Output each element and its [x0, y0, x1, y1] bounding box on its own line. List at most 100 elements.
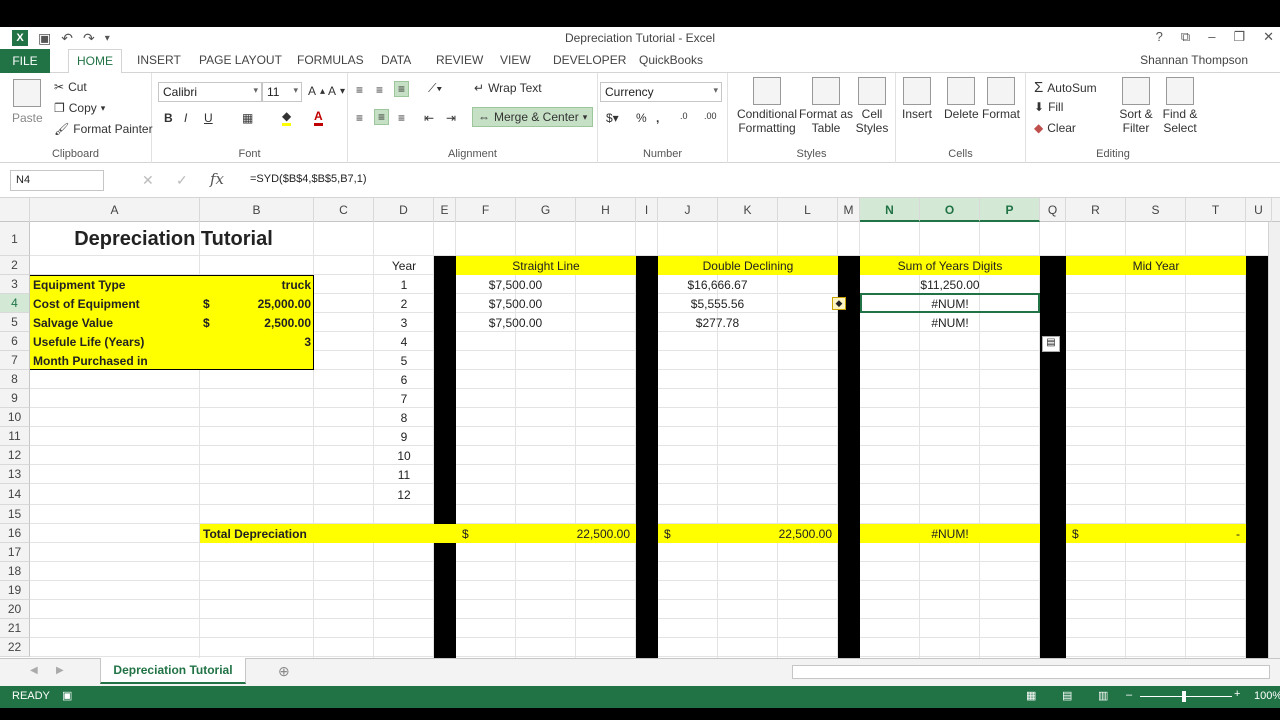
wrap-text-button[interactable]: ↵ Wrap Text [474, 81, 542, 95]
column-header[interactable]: F [456, 198, 516, 222]
ribbon-display-icon[interactable]: ⧉ [1181, 29, 1190, 45]
mid-year-header[interactable]: Mid Year [1066, 256, 1246, 275]
row-header[interactable]: 6 [0, 332, 30, 351]
row-header[interactable]: 15 [0, 505, 30, 524]
row-header[interactable]: 13 [0, 465, 30, 484]
tab-data[interactable]: DATA [381, 53, 411, 67]
zoom-in-icon[interactable]: + [1234, 688, 1240, 700]
insert-cells-button[interactable]: Insert [902, 77, 932, 121]
year-cell[interactable]: 3 [374, 313, 434, 332]
sum-of-years-value[interactable]: #NUM! [860, 294, 1040, 313]
minimize-icon[interactable]: – [1208, 29, 1215, 45]
sum-of-years-header[interactable]: Sum of Years Digits [860, 256, 1040, 275]
worksheet-grid[interactable]: ABCDEFGHIJKLMNOPQRSTU 1 2 3 4 5 6 7 8 9 10 11 12 13 1… [0, 198, 1280, 658]
error-warning-icon[interactable]: ◆ [832, 297, 846, 310]
column-header[interactable]: C [314, 198, 374, 222]
underline-button[interactable]: U [204, 111, 213, 125]
name-box[interactable]: N4 [10, 170, 104, 191]
align-bottom-icon[interactable]: ≡ [394, 81, 410, 97]
sum-of-years-value[interactable]: $11,250.00 [860, 275, 1040, 294]
format-cells-button[interactable]: Format [982, 77, 1020, 121]
straight-line-value[interactable]: $7,500.00 [456, 294, 636, 313]
row-header[interactable]: 8 [0, 370, 30, 389]
double-declining-header[interactable]: Double Declining [658, 256, 838, 275]
add-sheet-icon[interactable]: ⊕ [278, 663, 290, 680]
increase-decimal-icon[interactable]: .0 [680, 111, 688, 121]
tab-view[interactable]: VIEW [500, 53, 531, 67]
page-break-view-icon[interactable]: ▥ [1098, 689, 1108, 702]
close-icon[interactable]: ✕ [1263, 29, 1274, 45]
sum-of-years-total[interactable]: #NUM! [860, 524, 1040, 543]
column-header[interactable]: Q [1040, 198, 1066, 222]
row-header[interactable]: 16 [0, 524, 30, 543]
row-header[interactable]: 10 [0, 408, 30, 427]
year-cell[interactable]: 9 [374, 427, 434, 446]
number-format-select[interactable]: Currency [600, 82, 722, 102]
conditional-formatting-button[interactable]: Conditional Formatting [732, 77, 802, 135]
mid-year-total[interactable]: $ - [1066, 524, 1246, 543]
align-right-icon[interactable]: ≡ [398, 111, 405, 125]
font-shrink-icon[interactable]: A ▾ [328, 84, 345, 98]
zoom-out-icon[interactable]: – [1126, 689, 1132, 701]
font-name-select[interactable]: Calibri [158, 82, 262, 102]
column-header[interactable]: S [1126, 198, 1186, 222]
column-header[interactable]: T [1186, 198, 1246, 222]
year-cell[interactable]: 7 [374, 389, 434, 408]
column-header[interactable]: P [980, 198, 1040, 222]
straight-line-header[interactable]: Straight Line [456, 256, 636, 275]
select-all-corner[interactable] [0, 198, 30, 222]
comma-style-icon[interactable]: , [656, 111, 659, 125]
accounting-format-icon[interactable]: $▾ [606, 111, 619, 125]
align-middle-icon[interactable]: ≡ [376, 83, 383, 97]
tab-home[interactable]: HOME [68, 49, 122, 74]
format-as-table-button[interactable]: Format as Table [798, 77, 854, 135]
double-declining-total[interactable]: $22,500.00 [658, 524, 838, 543]
orientation-icon[interactable]: ⟋▾ [428, 81, 442, 96]
percent-style-icon[interactable]: % [636, 111, 647, 125]
year-cell[interactable]: 2 [374, 294, 434, 313]
tab-developer[interactable]: DEVELOPER [553, 53, 626, 67]
font-size-select[interactable]: 11 [262, 82, 302, 102]
column-header[interactable]: K [718, 198, 778, 222]
cell-styles-button[interactable]: Cell Styles [852, 77, 892, 135]
cancel-icon[interactable]: ✕ [142, 172, 154, 189]
align-top-icon[interactable]: ≡ [356, 83, 363, 97]
sheet-tab-depreciation[interactable]: Depreciation Tutorial [100, 658, 246, 684]
total-depreciation-label[interactable]: Total Depreciation [200, 524, 434, 543]
tab-formulas[interactable]: FORMULAS [297, 53, 364, 67]
row-header[interactable]: 9 [0, 389, 30, 408]
straight-line-total[interactable]: $22,500.00 [456, 524, 636, 543]
year-cell[interactable]: 1 [374, 275, 434, 294]
year-cell[interactable]: 11 [374, 465, 434, 484]
row-header[interactable]: 4 [0, 294, 30, 313]
paste-button[interactable]: Paste [12, 79, 43, 125]
normal-view-icon[interactable]: ▦ [1026, 689, 1036, 702]
column-header[interactable]: L [778, 198, 838, 222]
align-left-icon[interactable]: ≡ [356, 111, 363, 125]
tab-file[interactable]: FILE [0, 49, 50, 73]
help-icon[interactable]: ? [1156, 29, 1163, 45]
scroll-left-icon[interactable]: ◀ [30, 665, 38, 676]
row-header[interactable]: 19 [0, 581, 30, 600]
merge-center-button[interactable]: ⇔ Merge & Center ▾ [472, 107, 594, 127]
straight-line-value[interactable]: $7,500.00 [456, 313, 636, 332]
double-declining-value[interactable]: $16,666.67 [658, 275, 838, 294]
vertical-scrollbar[interactable] [1268, 222, 1280, 658]
insert-function-icon[interactable]: fx [210, 170, 224, 188]
decrease-indent-icon[interactable]: ⇤ [424, 111, 434, 125]
fill-color-icon[interactable]: ◆ [282, 109, 292, 126]
copy-button[interactable]: ❐ Copy ▾ [54, 101, 105, 115]
column-header[interactable]: U [1246, 198, 1272, 222]
clear-button[interactable]: ◆ Clear [1034, 121, 1076, 135]
align-center-icon[interactable]: ≡ [374, 109, 390, 125]
year-cell[interactable]: 6 [374, 370, 434, 389]
column-header[interactable]: R [1066, 198, 1126, 222]
user-name[interactable]: Shannan Thompson [1140, 53, 1248, 67]
bold-button[interactable]: B [164, 111, 173, 125]
italic-button[interactable]: I [184, 111, 187, 125]
formula-input[interactable]: =SYD($B$4,$B$5,B7,1) [244, 170, 1268, 191]
font-color-icon[interactable]: A [314, 109, 323, 126]
column-header[interactable]: G [516, 198, 576, 222]
tab-review[interactable]: REVIEW [436, 53, 483, 67]
column-header[interactable]: O [920, 198, 980, 222]
